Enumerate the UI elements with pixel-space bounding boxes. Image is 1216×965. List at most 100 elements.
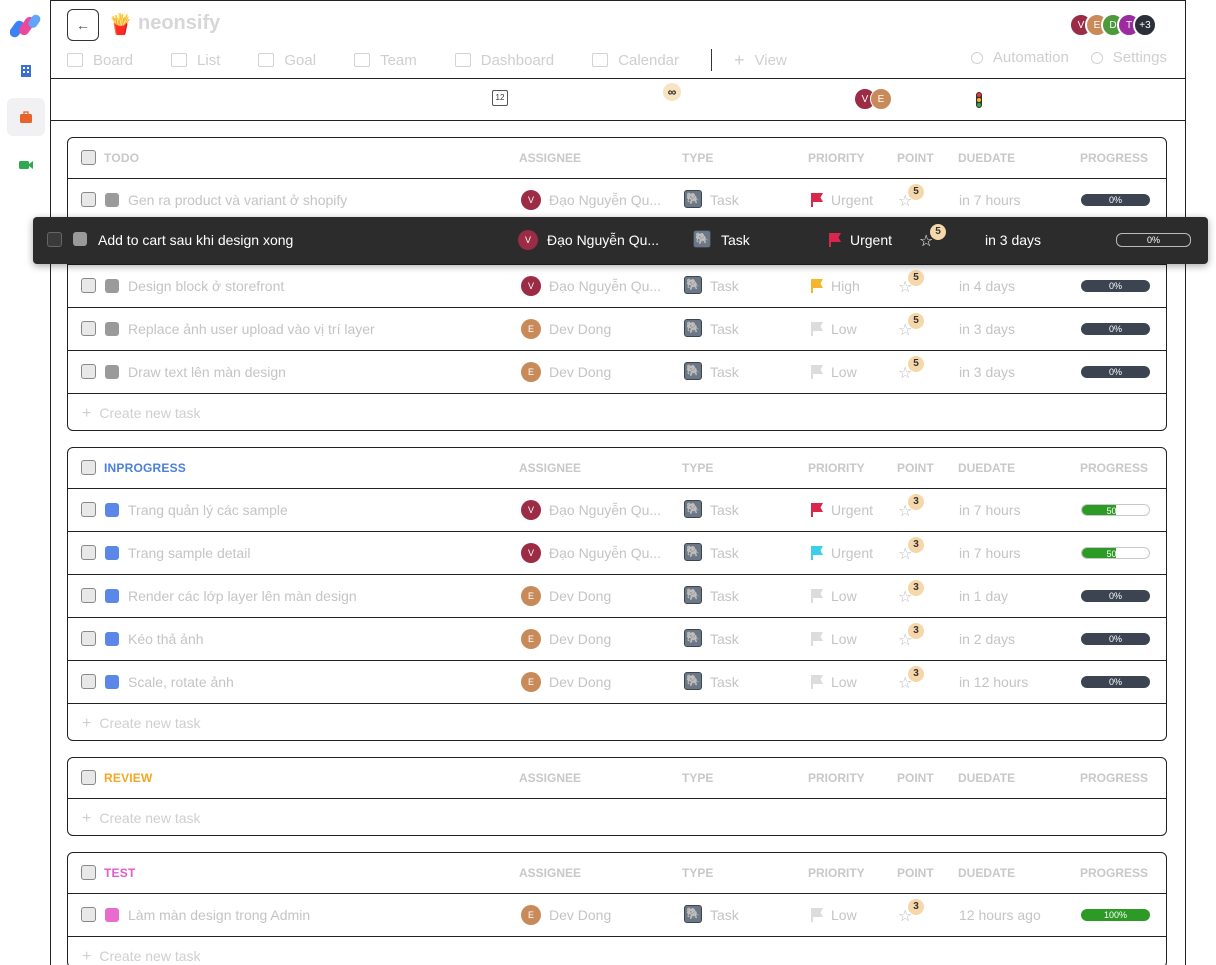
create-new-task-row[interactable]: + Create new task [68, 799, 1166, 835]
priority-label[interactable]: Low [831, 907, 857, 923]
column-header-type[interactable]: TYPE [682, 771, 713, 785]
task-name[interactable]: Add to cart sau khi design xong [98, 232, 293, 248]
column-header-priority[interactable]: PRIORITY [808, 461, 865, 475]
due-date[interactable]: in 1 day [959, 588, 1008, 604]
row-checkbox[interactable] [81, 674, 96, 689]
create-new-task-button[interactable]: + Create new task [82, 948, 201, 965]
task-name[interactable]: Scale, rotate ảnh [128, 674, 234, 690]
task-name[interactable]: Design block ở storefront [128, 278, 284, 294]
status-square[interactable] [105, 546, 119, 560]
table-row[interactable]: Trang quản lý các sample V Đạo Nguyễn Qu..… [68, 489, 1166, 532]
task-name[interactable]: Trang sample detail [128, 545, 250, 561]
automation-tab[interactable]: Automation [970, 49, 1069, 66]
group-checkbox[interactable] [81, 770, 96, 785]
group-name[interactable]: TEST [104, 866, 135, 880]
priority-label[interactable]: Urgent [831, 502, 873, 518]
column-header-point[interactable]: POINT [897, 461, 934, 475]
table-row[interactable]: Gen ra product và variant ở shopify V Đạo … [68, 179, 1166, 222]
assignee-name[interactable]: Đạo Nguyễn Qu... [549, 192, 669, 208]
task-type-label[interactable]: Task [710, 502, 739, 518]
row-checkbox[interactable] [47, 232, 62, 247]
create-new-task-row[interactable]: + Create new task [68, 937, 1166, 965]
due-date[interactable]: in 3 days [959, 364, 1015, 380]
priority-label[interactable]: Low [831, 674, 857, 690]
row-checkbox[interactable] [81, 545, 96, 560]
priority-label[interactable]: Urgent [831, 192, 873, 208]
task-type-label[interactable]: Task [710, 674, 739, 690]
column-header-progress[interactable]: PROGRESS [1080, 866, 1148, 880]
task-name[interactable]: Kéo thả ảnh [128, 631, 204, 647]
traffic-light-icon[interactable] [976, 92, 982, 108]
row-checkbox[interactable] [81, 192, 96, 207]
column-header-assignee[interactable]: ASSIGNEE [519, 461, 581, 475]
group-name[interactable]: INPROGRESS [104, 461, 186, 475]
video-camera-icon[interactable] [7, 146, 45, 184]
member-avatars[interactable]: V E D T +3 [1069, 13, 1157, 37]
status-square[interactable] [105, 322, 119, 336]
task-name[interactable]: Replace ảnh user upload vào vị trí layer [128, 321, 375, 337]
group-checkbox[interactable] [81, 460, 96, 475]
status-square[interactable] [105, 503, 119, 517]
create-new-task-button[interactable]: + Create new task [82, 715, 201, 733]
task-type-label[interactable]: Task [710, 588, 739, 604]
status-square[interactable] [105, 589, 119, 603]
priority-label[interactable]: Low [831, 321, 857, 337]
column-header-type[interactable]: TYPE [682, 866, 713, 880]
column-header-point[interactable]: POINT [897, 151, 934, 165]
column-header-point[interactable]: POINT [897, 866, 934, 880]
priority-label[interactable]: Urgent [831, 545, 873, 561]
create-new-task-button[interactable]: + Create new task [82, 810, 201, 828]
briefcase-icon[interactable] [7, 98, 45, 136]
create-new-task-row[interactable]: + Create new task [68, 394, 1166, 430]
task-name[interactable]: Draw text lên màn design [128, 364, 286, 380]
due-date[interactable]: 12 hours ago [959, 907, 1041, 923]
tab-board[interactable]: Board [67, 52, 133, 69]
create-new-task-button[interactable]: + Create new task [82, 405, 201, 423]
column-header-priority[interactable]: PRIORITY [808, 771, 865, 785]
column-header-duedate[interactable]: DUEDATE [958, 771, 1015, 785]
table-row[interactable]: Kéo thả ảnh E Dev Dong 🐘 Task Low ☆ 3 in 2 days 0… [68, 618, 1166, 661]
task-type-label[interactable]: Task [721, 232, 750, 248]
column-header-assignee[interactable]: ASSIGNEE [519, 866, 581, 880]
due-date[interactable]: in 7 hours [959, 545, 1020, 561]
tab-dashboard[interactable]: Dashboard [454, 52, 554, 69]
create-new-task-row[interactable]: + Create new task [68, 704, 1166, 740]
task-type-label[interactable]: Task [710, 364, 739, 380]
row-checkbox[interactable] [81, 278, 96, 293]
status-square[interactable] [105, 193, 119, 207]
tab-team[interactable]: Team [354, 52, 417, 69]
table-row[interactable]: Render các lớp layer lên màn design E Dev … [68, 575, 1166, 618]
task-type-label[interactable]: Task [710, 192, 739, 208]
tab-goal[interactable]: Goal [258, 52, 316, 69]
task-type-label[interactable]: Task [710, 545, 739, 561]
task-type-label[interactable]: Task [710, 907, 739, 923]
table-row[interactable]: Làm màn design trong Admin E Dev Dong 🐘 Task… [68, 894, 1166, 937]
task-type-label[interactable]: Task [710, 321, 739, 337]
due-date[interactable]: in 12 hours [959, 674, 1028, 690]
filter-avatar[interactable]: E [870, 88, 892, 110]
row-checkbox[interactable] [81, 321, 96, 336]
priority-label[interactable]: Low [831, 588, 857, 604]
task-name[interactable]: Render các lớp layer lên màn design [128, 588, 357, 604]
row-checkbox[interactable] [81, 502, 96, 517]
status-square[interactable] [105, 908, 119, 922]
due-date[interactable]: in 7 hours [959, 502, 1020, 518]
table-row[interactable]: Draw text lên màn design E Dev Dong 🐘 Task Lo… [68, 351, 1166, 394]
column-header-duedate[interactable]: DUEDATE [958, 151, 1015, 165]
due-date[interactable]: in 4 days [959, 278, 1015, 294]
back-button[interactable]: ← [67, 9, 99, 41]
due-date[interactable]: in 2 days [959, 631, 1015, 647]
due-date[interactable]: in 3 days [985, 232, 1041, 248]
row-checkbox[interactable] [81, 907, 96, 922]
column-header-progress[interactable]: PROGRESS [1080, 771, 1148, 785]
task-name[interactable]: Trang quản lý các sample [128, 502, 288, 518]
assignee-name[interactable]: Đạo Nguyễn Qu... [549, 502, 669, 518]
group-checkbox[interactable] [81, 150, 96, 165]
task-name[interactable]: Gen ra product và variant ở shopify [128, 192, 347, 208]
column-header-progress[interactable]: PROGRESS [1080, 151, 1148, 165]
column-header-progress[interactable]: PROGRESS [1080, 461, 1148, 475]
table-row[interactable]: Trang sample detail V Đạo Nguyễn Qu... 🐘 Tas… [68, 532, 1166, 575]
assignee-name[interactable]: Dev Dong [549, 588, 669, 604]
infinity-filter-icon[interactable]: ∞ [663, 83, 681, 101]
row-checkbox[interactable] [81, 588, 96, 603]
